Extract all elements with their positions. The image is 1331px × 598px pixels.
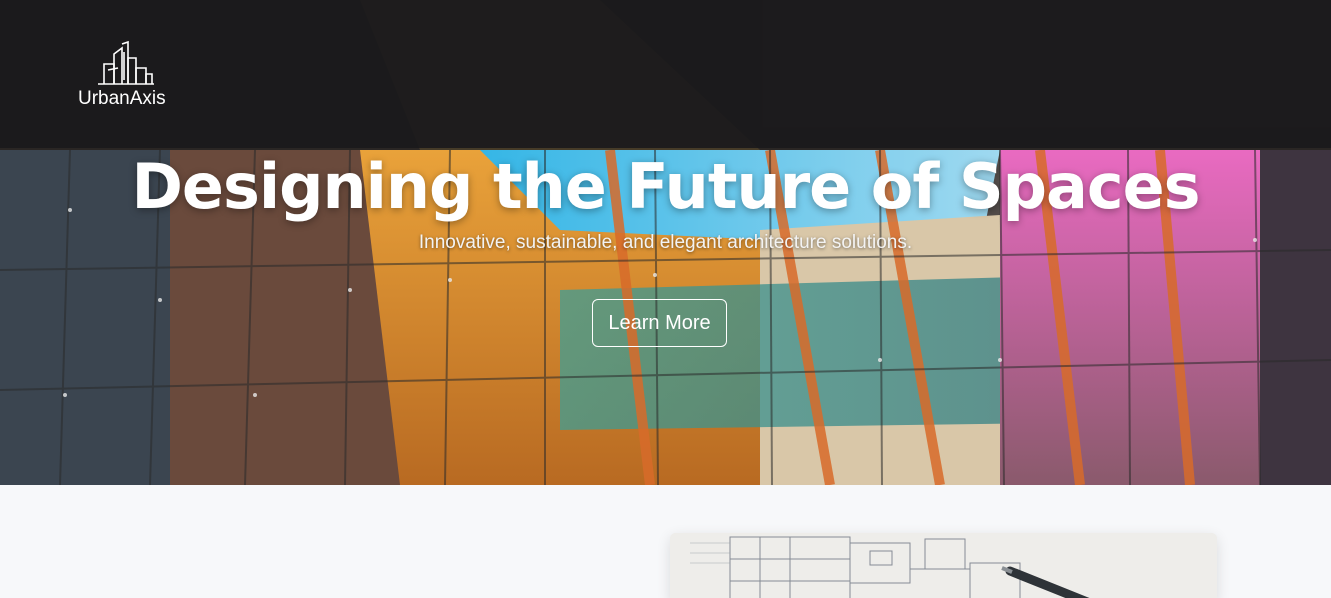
hero-title: Designing the Future of Spaces (131, 150, 1200, 223)
hero-subtitle: Innovative, sustainable, and elegant arc… (418, 232, 913, 253)
hero-section: UrbanAxis Designing the Future of Spaces… (0, 0, 1331, 485)
brand-name: UrbanAxis (78, 88, 166, 109)
architectural-blueprint-image (670, 533, 1217, 598)
site-header: UrbanAxis (0, 0, 1331, 148)
content-section (0, 485, 1331, 598)
learn-more-button[interactable]: Learn More (592, 299, 727, 347)
brand-logo[interactable]: UrbanAxis (78, 40, 178, 112)
